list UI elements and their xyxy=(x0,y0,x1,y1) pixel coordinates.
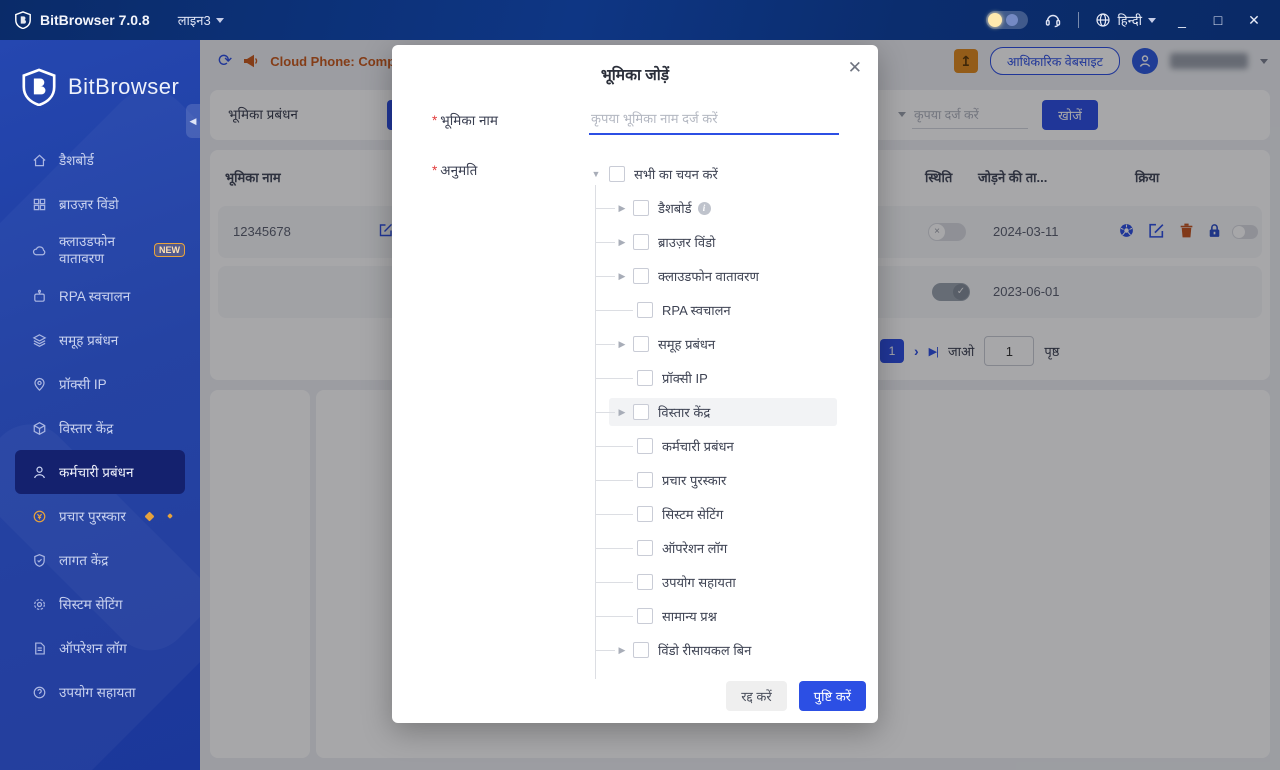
tree-node-browser-windows[interactable]: ▶ ब्राउज़र विंडो xyxy=(589,225,837,259)
add-role-dialog: भूमिका जोड़ें ✕ *भूमिका नाम *अनुमति ▼ सभ… xyxy=(392,45,878,723)
caret-right-icon[interactable]: ▶ xyxy=(615,237,629,248)
close-icon[interactable]: ✕ xyxy=(848,58,862,78)
sidebar-item-cost-center[interactable]: लागत केंद्र xyxy=(15,538,185,582)
sidebar-brand: BitBrowser xyxy=(20,68,179,106)
sidebar-item-usage-help[interactable]: उपयोग सहायता xyxy=(15,670,185,714)
maximize-button[interactable]: □ xyxy=(1208,12,1228,28)
cube-icon xyxy=(31,420,47,436)
tree-node-extension-center[interactable]: ▶ विस्तार केंद्र xyxy=(589,395,837,429)
checkbox[interactable] xyxy=(633,234,649,250)
caret-right-icon[interactable]: ▶ xyxy=(615,203,629,214)
document-icon xyxy=(31,640,47,656)
question-circle-icon xyxy=(31,684,47,700)
tree-node-proxy-ip[interactable]: प्रॉक्सी IP xyxy=(589,361,837,395)
theme-toggle[interactable] xyxy=(986,11,1029,29)
sidebar-item-extension-center[interactable]: विस्तार केंद्र xyxy=(15,406,185,450)
caret-right-icon[interactable]: ▶ xyxy=(615,645,629,656)
dialog-title: भूमिका जोड़ें xyxy=(600,67,670,84)
new-badge: NEW xyxy=(154,243,185,257)
caret-right-icon[interactable]: ▶ xyxy=(615,339,629,350)
robot-icon xyxy=(31,288,47,304)
minimize-button[interactable]: _ xyxy=(1172,12,1192,28)
cloud-icon xyxy=(31,242,47,258)
sidebar-item-operation-log[interactable]: ऑपरेशन लॉग xyxy=(15,626,185,670)
checkbox[interactable] xyxy=(633,404,649,420)
checkbox[interactable] xyxy=(637,438,653,454)
sidebar-item-rpa[interactable]: RPA स्वचालन xyxy=(15,274,185,318)
brand-name: BitBrowser xyxy=(68,74,180,99)
support-headset-icon[interactable] xyxy=(1044,11,1062,29)
sidebar-item-employee-management[interactable]: कर्मचारी प्रबंधन xyxy=(15,450,185,494)
sidebar: BitBrowser ◀ डैशबोर्ड ब्राउज़र विंडो क्ल… xyxy=(0,40,200,770)
sidebar-item-group-management[interactable]: समूह प्रबंधन xyxy=(15,318,185,362)
language-selector[interactable]: हिन्दी xyxy=(1095,11,1156,29)
sidebar-item-promotion-rewards[interactable]: प्रचार पुरस्कार xyxy=(15,494,185,538)
caret-right-icon[interactable]: ▶ xyxy=(615,407,629,418)
sparkle-icon xyxy=(144,511,155,521)
sparkle-icon xyxy=(167,513,173,519)
reward-coin-icon xyxy=(31,508,47,524)
bitbrowser-logo-icon xyxy=(15,11,31,29)
chevron-down-icon xyxy=(215,17,224,23)
info-icon: i xyxy=(697,201,711,215)
checkbox[interactable] xyxy=(637,472,653,488)
map-pin-icon xyxy=(31,376,47,392)
caret-down-icon[interactable]: ▼ xyxy=(589,169,603,179)
checkbox[interactable] xyxy=(637,506,653,522)
tree-node-group-management[interactable]: ▶ समूह प्रबंधन xyxy=(589,327,837,361)
checkbox[interactable] xyxy=(637,608,653,624)
confirm-button[interactable]: पुष्टि करें xyxy=(798,681,866,711)
tree-node-window-recycle-bin[interactable]: ▶ विंडो रीसायकल बिन xyxy=(589,633,837,667)
sidebar-item-proxy-ip[interactable]: प्रॉक्सी IP xyxy=(15,362,185,406)
checkbox[interactable] xyxy=(637,574,653,590)
sidebar-item-system-settings[interactable]: सिस्टम सेटिंग xyxy=(15,582,185,626)
checkbox[interactable] xyxy=(633,336,649,352)
gear-icon xyxy=(31,596,47,612)
line-selector-dropdown[interactable]: लाइन3 xyxy=(178,11,224,29)
checkbox[interactable] xyxy=(637,370,653,386)
checkbox[interactable] xyxy=(637,540,653,556)
globe-icon xyxy=(1096,13,1111,27)
role-name-label: * भूमिका नाम xyxy=(432,113,499,128)
shield-icon xyxy=(31,552,47,568)
grid-icon xyxy=(31,196,47,212)
tree-node-employee-management[interactable]: कर्मचारी प्रबंधन xyxy=(589,429,837,463)
checkbox[interactable] xyxy=(637,302,653,318)
tree-node-faq[interactable]: सामान्य प्रश्न xyxy=(589,599,837,633)
app-title: BitBrowser 7.0.8 xyxy=(40,12,150,28)
sidebar-collapse-handle[interactable]: ◀ xyxy=(186,104,200,138)
role-name-input[interactable] xyxy=(589,103,839,135)
sidebar-item-cloud-phone[interactable]: क्लाउडफोन वातावरण NEW xyxy=(15,226,185,274)
cancel-button[interactable]: रद्द करें xyxy=(726,681,787,711)
checkbox[interactable] xyxy=(633,200,649,216)
app-window: BitBrowser 7.0.8 लाइन3 हिन्दी _ □ ✕ BitB… xyxy=(0,0,1280,770)
home-icon xyxy=(31,152,47,168)
titlebar-divider xyxy=(1078,12,1080,28)
tree-node-rpa[interactable]: RPA स्वचालन xyxy=(589,293,837,327)
caret-right-icon[interactable]: ▶ xyxy=(615,271,629,282)
tree-node-dashboard[interactable]: ▶ डैशबोर्ड i xyxy=(589,191,837,225)
checkbox[interactable] xyxy=(633,268,649,284)
close-window-button[interactable]: ✕ xyxy=(1244,12,1264,29)
tree-node-operation-log[interactable]: ऑपरेशन लॉग xyxy=(589,531,837,565)
tree-node-select-all[interactable]: ▼ सभी का चयन करें xyxy=(589,157,837,191)
tree-node-system-settings[interactable]: सिस्टम सेटिंग xyxy=(589,497,837,531)
titlebar: BitBrowser 7.0.8 लाइन3 हिन्दी _ □ ✕ xyxy=(0,0,1280,40)
tree-node-cloud-phone[interactable]: ▶ क्लाउडफोन वातावरण xyxy=(589,259,837,293)
chevron-down-icon xyxy=(1148,17,1156,23)
checkbox[interactable] xyxy=(609,166,625,182)
person-icon xyxy=(31,464,47,480)
tree-node-promotion-rewards[interactable]: प्रचार पुरस्कार xyxy=(589,463,837,497)
sun-icon xyxy=(988,13,1003,27)
sidebar-item-dashboard[interactable]: डैशबोर्ड xyxy=(15,138,185,182)
permission-label: * अनुमति xyxy=(432,163,478,178)
layers-icon xyxy=(31,332,47,348)
checkbox[interactable] xyxy=(633,642,649,658)
bitbrowser-shield-icon xyxy=(22,68,56,106)
sidebar-item-browser-windows[interactable]: ब्राउज़र विंडो xyxy=(15,182,185,226)
tree-node-usage-help[interactable]: उपयोग सहायता xyxy=(589,565,837,599)
sidebar-nav: डैशबोर्ड ब्राउज़र विंडो क्लाउडफोन वातावर… xyxy=(0,138,200,714)
